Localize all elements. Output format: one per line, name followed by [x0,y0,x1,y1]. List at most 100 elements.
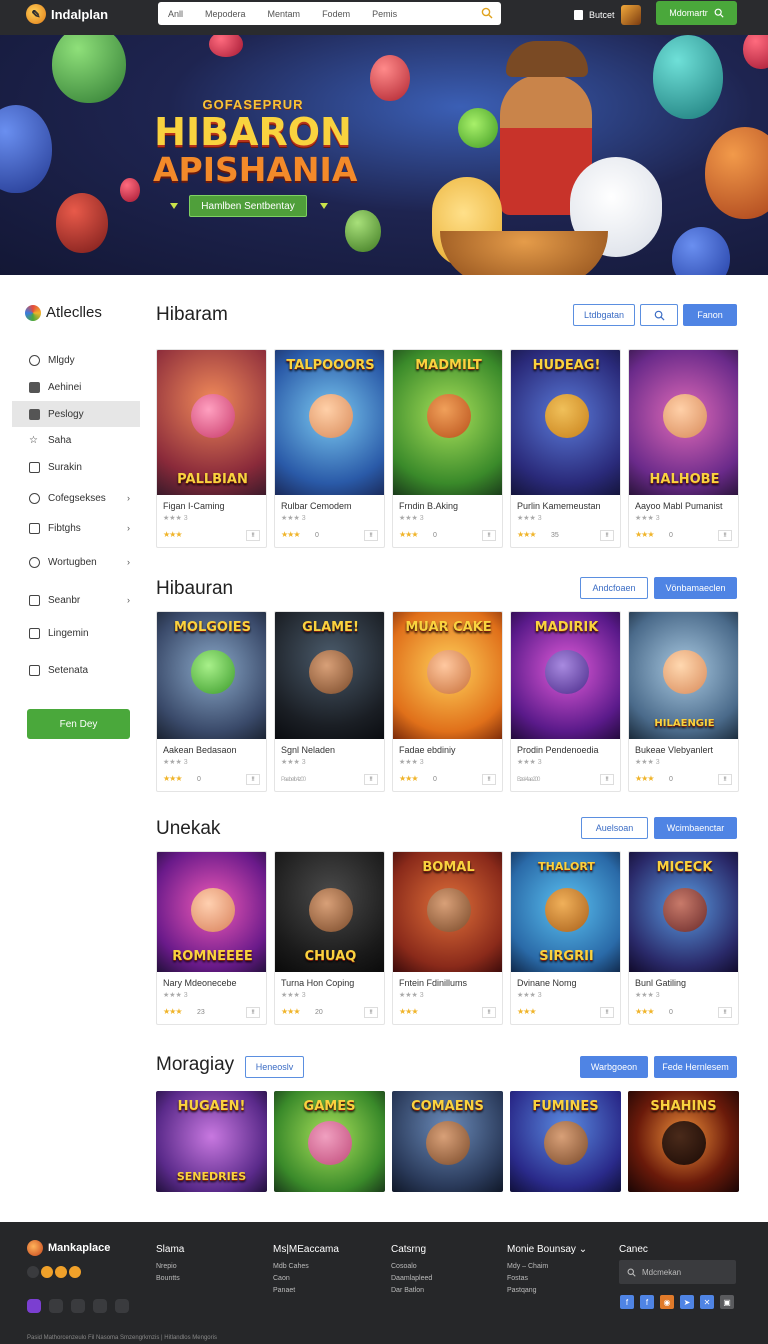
info-badge[interactable]: !! [364,774,378,785]
info-badge[interactable]: !! [482,1007,496,1018]
game-card[interactable]: MADIRIK Prodin Pendenoedia ★★★ 3 Bzel 4a… [510,611,621,792]
game-name: Fadae ebdiniy [399,745,456,755]
footer-column: Slama Nrepio Bountts [156,1244,184,1287]
game-card[interactable]: TALPOOORS Rulbar Cemodem ★★★ 3 ★★★ 0 !! [274,349,385,548]
image-icon[interactable]: ▣ [720,1295,734,1309]
game-card[interactable]: COMAENS [392,1091,503,1192]
section-primary-button[interactable]: Vönbamaeclen [654,577,737,599]
search-filter[interactable]: Mepodera [205,9,246,19]
twitter-icon[interactable]: ✕ [700,1295,714,1309]
discord-icon[interactable] [27,1299,41,1313]
footer-link[interactable]: Bountts [156,1275,184,1282]
info-badge[interactable]: !! [364,530,378,541]
footer-link[interactable]: Mdb Cahes [273,1263,339,1270]
search-bar[interactable]: Anll Mepodera Mentam Fodem Pemis [158,2,501,25]
sidebar-item[interactable]: Lingemin [12,620,140,646]
section-search-button[interactable] [640,304,678,326]
sidebar-cta-button[interactable]: Fen Dey [27,709,130,739]
section-filter-button[interactable]: Andcfoaen [580,577,648,599]
sidebar-item[interactable]: Seanbr › [12,587,140,613]
footer-link[interactable]: Nrepio [156,1263,184,1270]
section-primary-button[interactable]: Fede Hernlesem [654,1056,737,1078]
game-card[interactable]: HUDEAG! Purlin Kamemeustan ★★★ 3 ★★★ 35 … [510,349,621,548]
search-icon[interactable] [481,7,493,19]
info-badge[interactable]: !! [600,530,614,541]
game-card[interactable]: CHUAQ Turna Hon Coping ★★★ 3 ★★★ 20 !! [274,851,385,1025]
info-badge[interactable]: !! [246,774,260,785]
info-badge[interactable]: !! [482,774,496,785]
game-card[interactable]: MADMILT Frndin B.Aking ★★★ 3 ★★★ 0 !! [392,349,503,548]
gamepad-icon[interactable] [93,1299,107,1313]
mail-icon[interactable] [115,1299,129,1313]
rating-stars: ★★★ [399,1007,418,1016]
game-card[interactable]: GLAME! Sgnl Neladen ★★★ 3 Paebefc4z00 !! [274,611,385,792]
game-card[interactable]: HILAENGIE Bukeae Vlebyanlert ★★★ 3 ★★★ 0… [628,611,739,792]
character-art [426,393,471,438]
footer-brand[interactable]: Mankaplace [27,1240,110,1256]
game-card[interactable]: ROMNEEEE Nary Mdeonecebe ★★★ 3 ★★★ 23 !! [156,851,267,1025]
footer-link[interactable]: Mdy – Chaim [507,1263,587,1270]
section-secondary-button[interactable]: Warbgoeon [580,1056,648,1078]
game-card[interactable]: BOMAL Fntein Fdinillums ★★★ 3 ★★★ !! [392,851,503,1025]
sidebar-item[interactable]: Cofegsekses › [12,485,140,511]
sidebar-item[interactable]: Aehinei [12,374,140,400]
sidebar-item[interactable]: Wortugben › [12,549,140,575]
section-filter-button[interactable]: Ltdbgatan [573,304,635,326]
section-primary-button[interactable]: Wcimbaenctar [654,817,737,839]
game-card[interactable]: MICECK Bunl Gatiling ★★★ 3 ★★★ 0 !! [628,851,739,1025]
avatar[interactable] [620,5,641,25]
rss-icon[interactable]: ◉ [660,1295,674,1309]
info-badge[interactable]: !! [600,774,614,785]
share-icon[interactable] [49,1299,63,1313]
info-badge[interactable]: !! [600,1007,614,1018]
search-filter[interactable]: Mentam [268,9,301,19]
sidebar-item[interactable]: ☆ Saha [12,427,140,453]
sidebar-item-label: Wortugben [48,556,97,568]
footer-link[interactable]: Panaet [273,1287,339,1294]
footer-link[interactable]: Pastqang [507,1287,587,1294]
info-badge[interactable]: !! [246,1007,260,1018]
sidebar-item[interactable]: Setenata [12,657,140,683]
section-filter-button[interactable]: Auelsoan [581,817,648,839]
footer-link[interactable]: Daamlapleed [391,1275,432,1282]
sidebar-item[interactable]: Surakin [12,454,140,480]
info-badge[interactable]: !! [364,1007,378,1018]
footer-link[interactable]: Caon [273,1275,339,1282]
section-primary-button[interactable]: Fanon [683,304,737,326]
footer-link[interactable]: Cosoalo [391,1263,432,1270]
search-filter[interactable]: Anll [168,9,183,19]
link-icon[interactable] [71,1299,85,1313]
game-card[interactable]: PALLBIAN Figan I-Caming ★★★ 3 ★★★ !! [156,349,267,548]
sidebar-item[interactable]: Fibtghs › [12,515,140,541]
game-card[interactable]: MUAR CAKE Fadae ebdiniy ★★★ 3 ★★★ 0 !! [392,611,503,792]
facebook-icon[interactable]: f [640,1295,654,1309]
game-card[interactable]: MOLGOIES Aakean Bedasaon ★★★ 3 ★★★ 0 !! [156,611,267,792]
game-card[interactable]: SHAHINS [628,1091,739,1192]
game-card[interactable]: HUGAEN! SENEDRIES [156,1091,267,1192]
info-badge[interactable]: !! [482,530,496,541]
search-filter[interactable]: Pemis [372,9,397,19]
store-link[interactable]: Butcet [574,5,641,25]
info-badge[interactable]: !! [718,530,732,541]
game-card[interactable]: GAMES [274,1091,385,1192]
info-badge[interactable]: !! [246,530,260,541]
footer-link[interactable]: Dar Batlon [391,1287,432,1294]
game-card[interactable]: HALHOBE Aayoo Mabl Pumanist ★★★ 3 ★★★ 0 … [628,349,739,548]
section-filter-button[interactable]: Heneoslv [245,1056,304,1078]
hero-cta-button[interactable]: Hamlben Sentbentay [189,195,307,217]
sidebar-item-active[interactable]: Peslogy [12,401,140,427]
hero-banner[interactable]: GOFASEPRUR HIBARON APISHANIA Hamlben Sen… [0,35,768,275]
footer-link[interactable]: Fostas [507,1275,587,1282]
facebook-icon[interactable]: f [620,1295,634,1309]
sidebar-item[interactable]: Mlgdy [12,347,140,373]
game-card[interactable]: FUMINES [510,1091,621,1192]
info-badge[interactable]: !! [718,1007,732,1018]
header-cta-button[interactable]: Mdomartr [656,1,737,25]
search-filter[interactable]: Fodem [322,9,350,19]
footer-column-title[interactable]: Monie Bounsay ⌄ [507,1244,587,1255]
footer-search-input[interactable]: Mdcmekan [619,1260,736,1284]
telegram-icon[interactable]: ➤ [680,1295,694,1309]
info-badge[interactable]: !! [718,774,732,785]
brand-logo[interactable]: ✎ Indalplan [26,4,108,24]
game-card[interactable]: THALORT SIRGRII Dvinane Nomg ★★★ 3 ★★★ !… [510,851,621,1025]
